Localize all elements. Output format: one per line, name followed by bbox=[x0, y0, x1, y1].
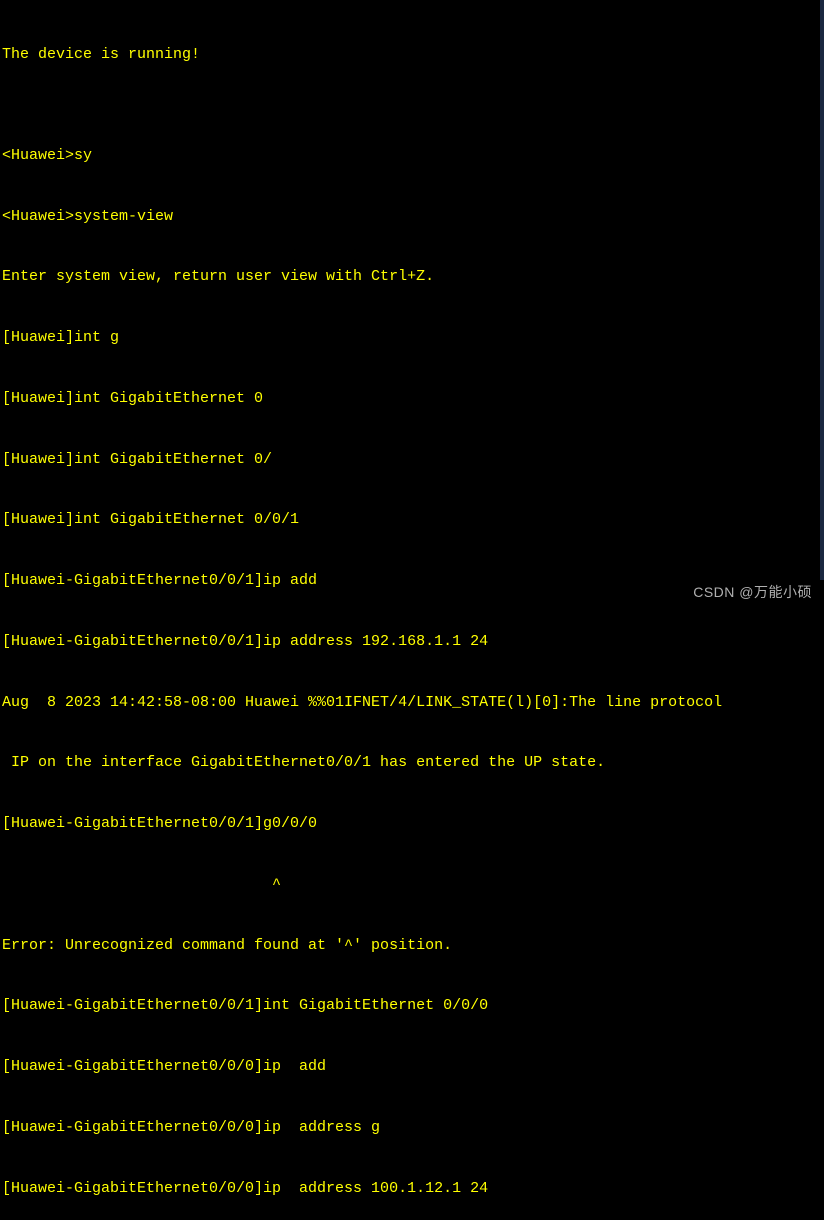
terminal-line: [Huawei-GigabitEthernet0/0/0]ip add bbox=[2, 1057, 824, 1077]
terminal-line: The device is running! bbox=[2, 45, 824, 65]
terminal-line: Error: Unrecognized command found at '^'… bbox=[2, 936, 824, 956]
terminal-line: <Huawei>system-view bbox=[2, 207, 824, 227]
terminal-line: [Huawei]int GigabitEthernet 0 bbox=[2, 389, 824, 409]
terminal-line: Enter system view, return user view with… bbox=[2, 267, 824, 287]
watermark-text: CSDN @万能小硕 bbox=[693, 583, 812, 602]
window-border bbox=[820, 0, 824, 580]
terminal-line: [Huawei-GigabitEthernet0/0/0]ip address … bbox=[2, 1118, 824, 1138]
terminal-line: IP on the interface GigabitEthernet0/0/1… bbox=[2, 753, 824, 773]
terminal-line: [Huawei-GigabitEthernet0/0/1]int Gigabit… bbox=[2, 996, 824, 1016]
terminal-output[interactable]: The device is running! <Huawei>sy <Huawe… bbox=[2, 4, 824, 1220]
terminal-line: [Huawei-GigabitEthernet0/0/1]g0/0/0 bbox=[2, 814, 824, 834]
terminal-line: [Huawei-GigabitEthernet0/0/1]ip address … bbox=[2, 632, 824, 652]
terminal-line: ^ bbox=[2, 875, 824, 895]
terminal-line: Aug 8 2023 14:42:58-08:00 Huawei %%01IFN… bbox=[2, 693, 824, 713]
terminal-line: [Huawei]int g bbox=[2, 328, 824, 348]
terminal-line: [Huawei]int GigabitEthernet 0/0/1 bbox=[2, 510, 824, 530]
terminal-line: [Huawei]int GigabitEthernet 0/ bbox=[2, 450, 824, 470]
terminal-line: <Huawei>sy bbox=[2, 146, 824, 166]
terminal-line: [Huawei-GigabitEthernet0/0/0]ip address … bbox=[2, 1179, 824, 1199]
